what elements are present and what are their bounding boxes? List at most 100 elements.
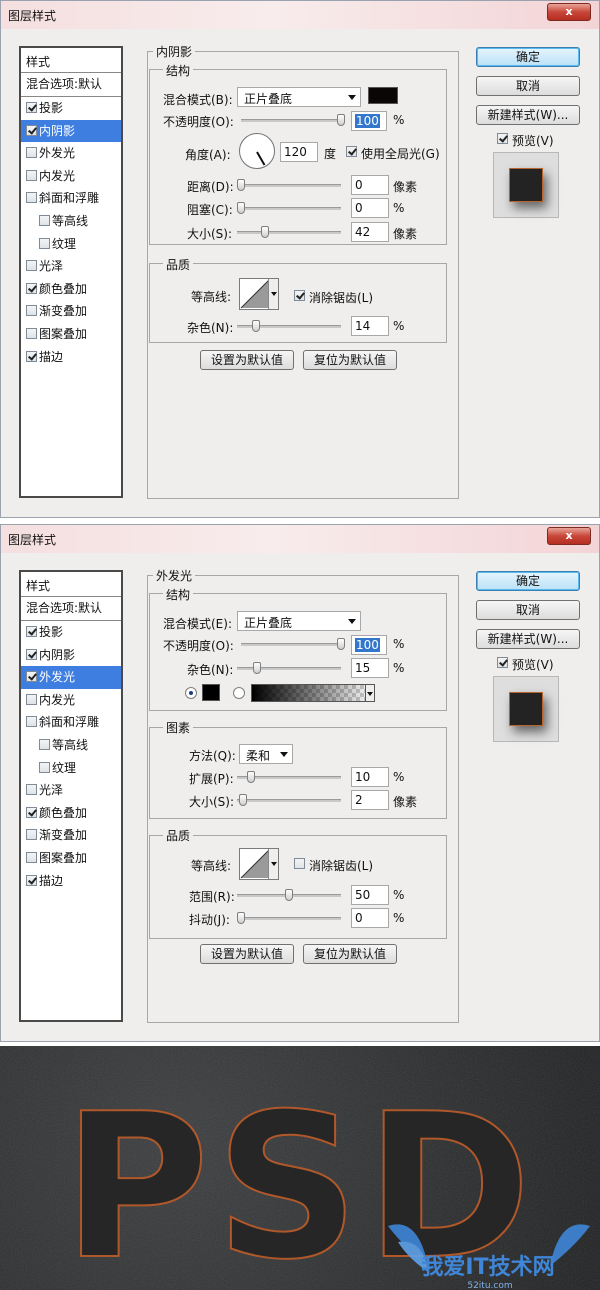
- styles-item-11[interactable]: 图案叠加: [21, 847, 121, 870]
- styles-item-5[interactable]: 斜面和浮雕: [21, 187, 121, 210]
- cancel-button[interactable]: 取消: [476, 76, 580, 96]
- make-default-button[interactable]: 设置为默认值: [200, 944, 294, 964]
- style-checkbox[interactable]: [26, 169, 37, 181]
- gradient-dropdown[interactable]: [365, 684, 375, 702]
- range-slider[interactable]: [237, 889, 341, 901]
- glow-gradient-picker[interactable]: [251, 684, 375, 702]
- style-checkbox[interactable]: [26, 716, 37, 728]
- opacity-slider[interactable]: [241, 638, 345, 650]
- styles-item-8[interactable]: 光泽: [21, 255, 121, 278]
- styles-item-6[interactable]: 等高线: [21, 210, 121, 233]
- styles-item-7[interactable]: 纹理: [21, 757, 121, 780]
- choke-slider-thumb[interactable]: [237, 202, 245, 214]
- blend-mode-select[interactable]: 正片叠底: [237, 611, 361, 631]
- styles-item-2[interactable]: 内阴影: [21, 119, 121, 143]
- styles-item-1[interactable]: 投影: [21, 97, 121, 120]
- contour-picker[interactable]: [239, 848, 279, 880]
- range-input[interactable]: 50: [351, 885, 389, 905]
- styles-item-4[interactable]: 内发光: [21, 165, 121, 188]
- contour-dropdown[interactable]: [268, 279, 278, 309]
- styles-header[interactable]: 样式: [21, 572, 121, 597]
- close-button[interactable]: x: [547, 527, 591, 545]
- style-checkbox[interactable]: [26, 260, 37, 272]
- new-style-button[interactable]: 新建样式(W)...: [476, 105, 580, 125]
- style-checkbox[interactable]: [26, 648, 37, 660]
- reset-default-button[interactable]: 复位为默认值: [303, 350, 397, 370]
- jitter-input[interactable]: 0: [351, 908, 389, 928]
- solid-color-radio[interactable]: [185, 687, 197, 699]
- blending-options-item[interactable]: 混合选项:默认: [21, 597, 121, 621]
- noise-slider-thumb[interactable]: [253, 662, 261, 674]
- blending-options-item[interactable]: 混合选项:默认: [21, 73, 121, 97]
- ok-button[interactable]: 确定: [476, 571, 580, 591]
- close-button[interactable]: x: [547, 3, 591, 21]
- antialias-checkbox[interactable]: [294, 858, 305, 869]
- noise-slider[interactable]: [237, 662, 341, 674]
- contour-dropdown[interactable]: [268, 849, 278, 879]
- angle-dial[interactable]: [239, 133, 275, 169]
- choke-input[interactable]: 0: [351, 198, 389, 218]
- size-slider[interactable]: [237, 226, 341, 238]
- styles-item-9[interactable]: 颜色叠加: [21, 802, 121, 825]
- contour-picker[interactable]: [239, 278, 279, 310]
- styles-item-10[interactable]: 渐变叠加: [21, 824, 121, 847]
- styles-item-7[interactable]: 纹理: [21, 233, 121, 256]
- distance-input[interactable]: 0: [351, 175, 389, 195]
- spread-slider-thumb[interactable]: [247, 771, 255, 783]
- styles-item-12[interactable]: 描边: [21, 346, 121, 369]
- styles-item-4[interactable]: 内发光: [21, 689, 121, 712]
- size-slider-thumb[interactable]: [239, 794, 247, 806]
- style-checkbox[interactable]: [39, 761, 50, 773]
- style-checkbox[interactable]: [26, 806, 37, 818]
- distance-slider-thumb[interactable]: [237, 179, 245, 191]
- styles-item-12[interactable]: 描边: [21, 870, 121, 893]
- style-checkbox[interactable]: [26, 147, 37, 159]
- opacity-slider-thumb[interactable]: [337, 638, 345, 650]
- style-checkbox[interactable]: [26, 102, 37, 113]
- size-slider[interactable]: [237, 794, 341, 806]
- styles-item-9[interactable]: 颜色叠加: [21, 278, 121, 301]
- size-input[interactable]: 2: [351, 790, 389, 810]
- jitter-slider[interactable]: [237, 912, 341, 924]
- choke-slider[interactable]: [237, 202, 341, 214]
- new-style-button[interactable]: 新建样式(W)...: [476, 629, 580, 649]
- glow-color-swatch[interactable]: [202, 684, 220, 701]
- opacity-input[interactable]: 100: [351, 635, 387, 655]
- jitter-slider-thumb[interactable]: [237, 912, 245, 924]
- make-default-button[interactable]: 设置为默认值: [200, 350, 294, 370]
- cancel-button[interactable]: 取消: [476, 600, 580, 620]
- noise-input[interactable]: 14: [351, 316, 389, 336]
- styles-item-10[interactable]: 渐变叠加: [21, 300, 121, 323]
- style-checkbox[interactable]: [26, 874, 37, 886]
- preview-checkbox[interactable]: [497, 133, 508, 144]
- styles-item-6[interactable]: 等高线: [21, 734, 121, 757]
- style-checkbox[interactable]: [26, 124, 37, 136]
- styles-header[interactable]: 样式: [21, 48, 121, 73]
- opacity-input[interactable]: 100: [351, 111, 387, 131]
- spread-slider[interactable]: [237, 771, 341, 783]
- style-checkbox[interactable]: [26, 192, 37, 204]
- style-checkbox[interactable]: [26, 829, 37, 841]
- style-checkbox[interactable]: [26, 693, 37, 705]
- style-checkbox[interactable]: [26, 626, 37, 637]
- style-checkbox[interactable]: [39, 738, 50, 750]
- global-light-checkbox[interactable]: [346, 146, 357, 157]
- noise-slider-thumb[interactable]: [252, 320, 260, 332]
- shadow-color-swatch[interactable]: [368, 87, 398, 104]
- style-checkbox[interactable]: [26, 784, 37, 796]
- style-checkbox[interactable]: [39, 214, 50, 226]
- distance-slider[interactable]: [237, 179, 341, 191]
- styles-item-2[interactable]: 内阴影: [21, 644, 121, 667]
- technique-select[interactable]: 柔和: [239, 744, 293, 764]
- opacity-slider[interactable]: [241, 114, 345, 126]
- styles-item-3[interactable]: 外发光: [21, 666, 121, 689]
- styles-item-8[interactable]: 光泽: [21, 779, 121, 802]
- spread-input[interactable]: 10: [351, 767, 389, 787]
- style-checkbox[interactable]: [26, 851, 37, 863]
- preview-checkbox[interactable]: [497, 657, 508, 668]
- gradient-radio[interactable]: [233, 687, 245, 699]
- range-slider-thumb[interactable]: [285, 889, 293, 901]
- style-checkbox[interactable]: [26, 305, 37, 317]
- noise-slider[interactable]: [237, 320, 341, 332]
- styles-item-3[interactable]: 外发光: [21, 142, 121, 165]
